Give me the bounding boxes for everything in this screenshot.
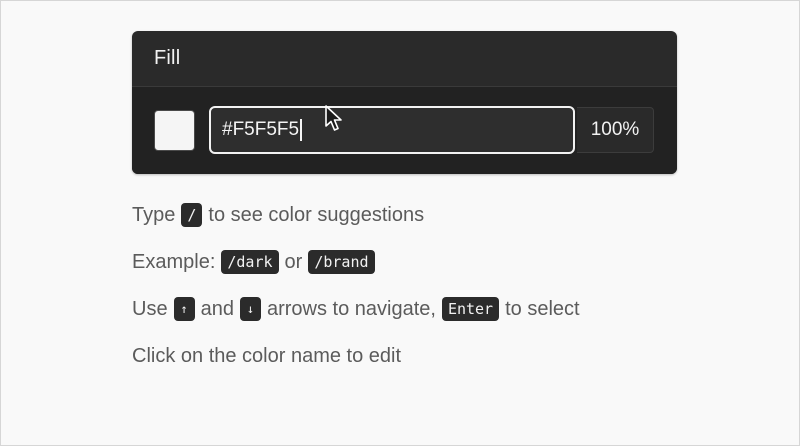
panel-body: #F5F5F5 100%: [132, 87, 677, 174]
hints-list: Type / to see color suggestions Example:…: [132, 201, 580, 389]
color-swatch[interactable]: [154, 110, 195, 151]
hint-line-4: Click on the color name to edit: [132, 344, 402, 367]
fill-panel: Fill #F5F5F5 100%: [132, 31, 677, 174]
key-brand: /brand: [308, 250, 375, 274]
opacity-value: 100%: [590, 119, 640, 140]
hint-line-2: Example: /dark or /brand: [132, 248, 580, 276]
mouse-pointer-icon: [325, 105, 342, 131]
hex-color-input[interactable]: #F5F5F5: [209, 106, 575, 154]
hex-value: #F5F5F5: [222, 119, 300, 140]
key-enter: Enter: [441, 297, 500, 321]
text-caret: [300, 119, 302, 141]
opacity-field[interactable]: 100%: [577, 107, 654, 153]
key-arrow-up: ↑: [173, 297, 195, 321]
hint-line-1: Type / to see color suggestions: [132, 203, 425, 227]
key-dark: /dark: [221, 250, 279, 274]
hint-line-3: Use ↑ and ↓ arrows to navigate, Enter to…: [132, 297, 580, 321]
panel-header: Fill: [132, 31, 677, 86]
page: Fill #F5F5F5 100% Type / to see color su…: [0, 0, 800, 446]
key-arrow-down: ↓: [239, 297, 261, 321]
key-slash: /: [181, 203, 203, 227]
panel-title: Fill: [154, 47, 181, 69]
